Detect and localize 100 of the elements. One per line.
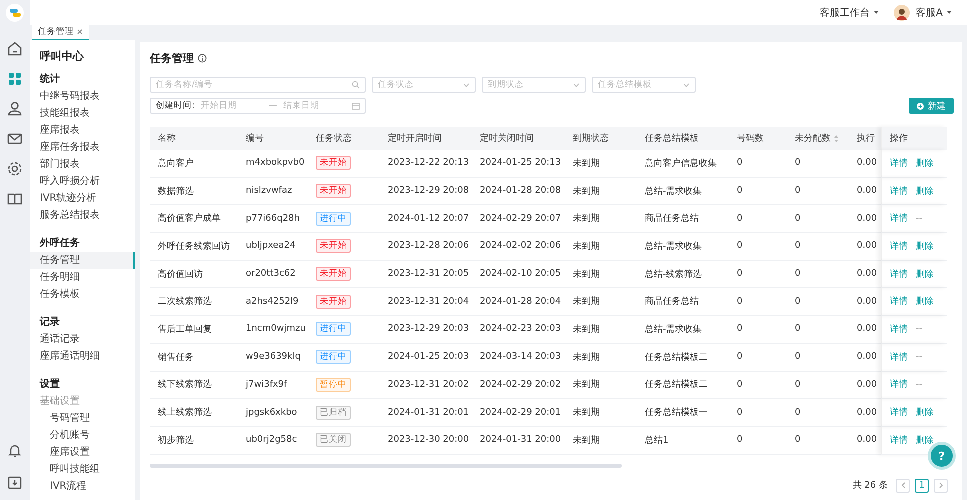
sidebar-item[interactable]: 服务总结报表 xyxy=(30,207,135,224)
action-link[interactable]: 删除 xyxy=(916,406,934,420)
column-header: 执行 xyxy=(857,132,875,145)
calendar-icon xyxy=(352,102,360,110)
sidebar-item[interactable]: 座席设置 xyxy=(30,444,135,461)
avatar-icon[interactable] xyxy=(894,4,910,20)
sidebar-item[interactable]: IVR流程 xyxy=(30,478,135,495)
sidebar-item[interactable]: 中继号码报表 xyxy=(30,88,135,105)
action-link[interactable]: 删除 xyxy=(916,184,934,198)
table-cell-text: 任务总结模板二 xyxy=(645,352,708,364)
grid-icon[interactable] xyxy=(6,70,24,88)
column-header: 任务总结模板 xyxy=(645,132,699,145)
select-field[interactable]: 任务状态 xyxy=(372,77,476,93)
status-tag: 未开始 xyxy=(316,239,351,254)
date-range-field[interactable]: 创建时间: 开始日期 — 结束日期 xyxy=(150,98,366,114)
status-tag: 已关闭 xyxy=(316,433,351,448)
table-cell: 0.00 xyxy=(857,214,878,224)
sidebar-item[interactable]: 座席通话明细 xyxy=(30,348,135,365)
action-link[interactable]: 详情 xyxy=(890,156,908,170)
tab[interactable]: 任务管理 xyxy=(32,25,89,40)
table-cell-text: 二次线索筛选 xyxy=(158,296,212,308)
table-cell: 2023-12-29 20:08 xyxy=(388,186,470,196)
table-cell: 0 xyxy=(737,296,743,307)
logo-icon xyxy=(6,4,24,22)
action-link[interactable]: 详情 xyxy=(890,406,908,420)
empty-action: -- xyxy=(916,324,922,334)
action-link[interactable]: 删除 xyxy=(916,240,934,253)
empty-action: -- xyxy=(916,214,922,224)
status-tag: 进行中 xyxy=(316,350,351,364)
column-header: 操作 xyxy=(890,132,908,145)
table-cell: 0 xyxy=(795,324,801,334)
search-field[interactable]: 任务名称/编号 xyxy=(150,77,366,93)
sidebar-item[interactable]: 座席报表 xyxy=(30,122,135,139)
table-cell-text: 外呼任务线索回访 xyxy=(158,240,230,253)
action-link[interactable]: 详情 xyxy=(890,240,908,253)
column-header: 定时关闭时间 xyxy=(480,132,534,145)
table-cell: 0 xyxy=(795,158,801,168)
table-cell: 2023-12-30 20:00 xyxy=(388,435,470,446)
sidebar-item[interactable]: 通话记录 xyxy=(30,331,135,348)
user-menu[interactable]: 客服A xyxy=(916,6,953,20)
action-link[interactable]: 详情 xyxy=(890,322,908,336)
status-tag: 未开始 xyxy=(316,156,351,170)
table-cell: jpgsk6xkbo xyxy=(246,408,298,418)
table-cell: 0 xyxy=(737,352,743,362)
action-link[interactable]: 详情 xyxy=(890,268,908,281)
table-cell: 2023-12-22 20:13 xyxy=(388,158,470,168)
download-icon[interactable] xyxy=(6,474,24,492)
table-cell-text: 高价值回访 xyxy=(158,268,203,281)
action-link[interactable]: 详情 xyxy=(890,434,908,447)
sidebar-item[interactable]: 呼入呼损分析 xyxy=(30,173,135,190)
table-cell-text: 销售任务 xyxy=(158,352,194,364)
sidebar-item[interactable]: 技能组报表 xyxy=(30,105,135,122)
sidebar-item[interactable]: 任务明细 xyxy=(30,269,135,286)
status-tag: 进行中 xyxy=(316,212,351,226)
table-cell: 0.00 xyxy=(857,186,878,196)
close-icon[interactable] xyxy=(77,29,83,35)
table-cell: 0 xyxy=(737,158,743,168)
table-cell: nislzvwfaz xyxy=(246,186,292,196)
action-link[interactable]: 详情 xyxy=(890,378,908,392)
table-cell: 0.00 xyxy=(857,269,878,280)
table-cell: a2hs4252l9 xyxy=(246,296,299,307)
sidebar-item[interactable]: 任务模板 xyxy=(30,286,135,303)
sidebar-item[interactable]: IVR轨迹分析 xyxy=(30,190,135,207)
select-field[interactable]: 任务总结模板 xyxy=(592,77,696,93)
table-cell-text: 数据筛选 xyxy=(158,186,194,198)
table-cell-text: 售后工单回复 xyxy=(158,324,212,336)
action-link[interactable]: 删除 xyxy=(916,268,934,281)
table-cell: 0 xyxy=(795,269,801,280)
table-cell: 2024-02-23 20:03 xyxy=(480,324,562,334)
sidebar-item[interactable]: 部门报表 xyxy=(30,156,135,173)
sidebar-item[interactable]: 分机账号 xyxy=(30,427,135,444)
table-cell: 2023-12-31 20:05 xyxy=(388,269,470,280)
action-link[interactable]: 详情 xyxy=(890,295,908,308)
info-icon[interactable] xyxy=(198,54,207,62)
workspace-menu[interactable]: 客服工作台 xyxy=(820,6,880,20)
scrollbar[interactable] xyxy=(150,464,622,468)
table-cell: 2024-01-31 20:00 xyxy=(480,435,562,446)
status-tag: 未开始 xyxy=(316,267,351,282)
action-link[interactable]: 删除 xyxy=(916,156,934,170)
sidebar-item[interactable]: 号码管理 xyxy=(30,410,135,427)
sidebar-item[interactable]: 任务管理 xyxy=(30,252,135,269)
action-link[interactable]: 详情 xyxy=(890,350,908,364)
action-link[interactable]: 详情 xyxy=(890,184,908,198)
settings-icon[interactable] xyxy=(6,160,24,178)
table-cell: 2024-01-28 20:04 xyxy=(480,296,562,307)
status-tag: 未开始 xyxy=(316,294,351,309)
action-link[interactable]: 详情 xyxy=(890,212,908,226)
table-cell-text: 未到期 xyxy=(573,352,600,364)
table-cell-text: 商品任务总结 xyxy=(645,212,699,226)
action-link[interactable]: 删除 xyxy=(916,295,934,308)
new-button[interactable]: 新建 xyxy=(909,98,954,114)
table-cell: 0 xyxy=(737,380,743,390)
table-cell: 2024-01-12 20:07 xyxy=(388,214,470,224)
home-icon[interactable] xyxy=(6,40,24,58)
sidebar-group[interactable]: 基础设置 xyxy=(30,393,135,410)
sidebar-item[interactable]: 座席任务报表 xyxy=(30,139,135,156)
page-button[interactable]: 1 xyxy=(915,478,929,493)
sidebar-item[interactable]: 呼叫技能组 xyxy=(30,461,135,478)
person-icon[interactable] xyxy=(6,100,24,118)
select-field[interactable]: 到期状态 xyxy=(482,77,586,93)
